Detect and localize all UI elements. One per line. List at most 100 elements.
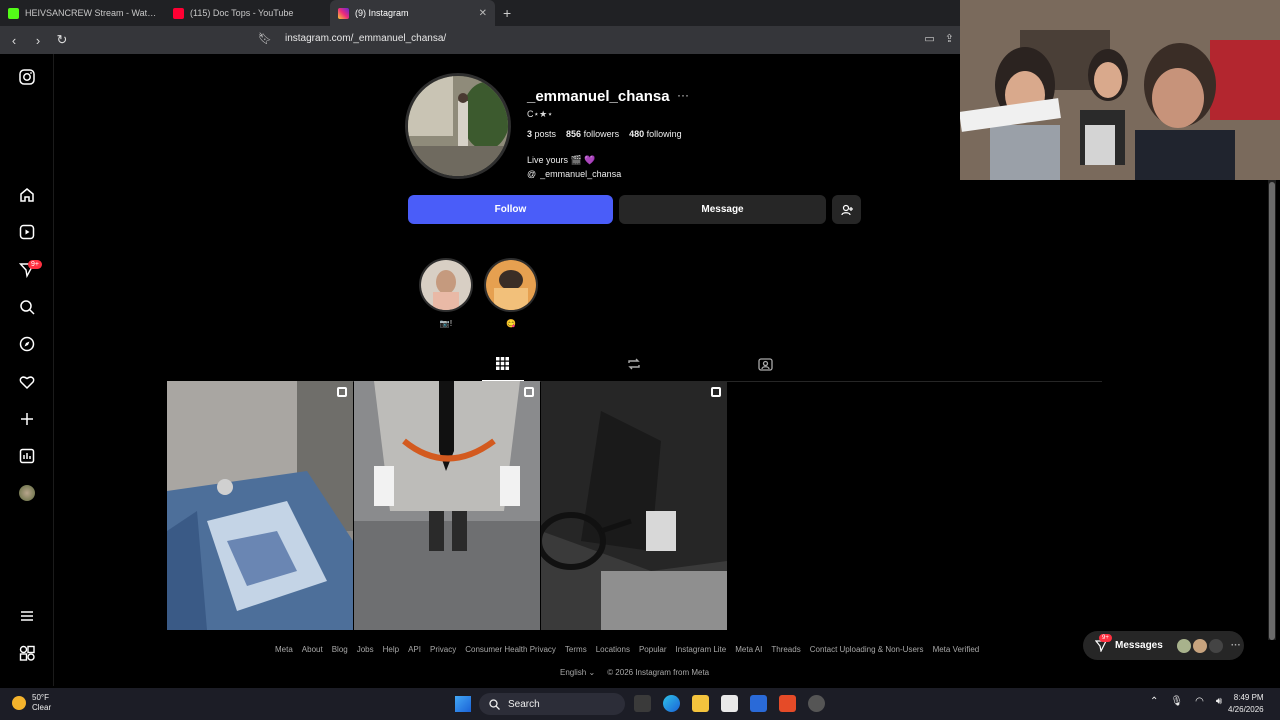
clock-time: 8:49 PM <box>1233 693 1264 702</box>
highlight-cover <box>486 260 536 310</box>
profile-options-icon[interactable]: ··· <box>677 88 689 102</box>
profile-avatar[interactable] <box>405 73 511 179</box>
explore-icon[interactable] <box>17 334 37 354</box>
messages-badge: 9+ <box>28 260 42 269</box>
post-image-jersey <box>354 381 540 630</box>
chevron-down-icon: ⌄ <box>588 668 596 677</box>
tab-title: (115) Doc Tops - YouTube <box>190 8 294 18</box>
footer-link[interactable]: Contact Uploading & Non-Users <box>810 645 924 654</box>
browser-tab[interactable]: HEIVSANCREW Stream - Watch l... <box>0 0 165 26</box>
search-icon[interactable] <box>17 297 37 317</box>
webcam-feed <box>960 0 1280 180</box>
followers-stat[interactable]: 856 followers <box>566 129 619 139</box>
instagram-icon[interactable] <box>17 67 37 87</box>
footer-link[interactable]: Instagram Lite <box>676 645 727 654</box>
wifi-icon[interactable]: ◠ <box>1195 696 1204 707</box>
language-label: English <box>560 668 587 677</box>
settings-icon[interactable] <box>808 695 825 712</box>
scrollbar-thumb[interactable] <box>1269 182 1275 640</box>
store-icon[interactable] <box>721 695 738 712</box>
reload-icon[interactable]: ↻ <box>52 32 72 48</box>
url-field[interactable]: instagram.com/_emmanuel_chansa/ <box>285 33 446 44</box>
footer-link[interactable]: Consumer Health Privacy <box>465 645 556 654</box>
forward-icon[interactable]: › <box>28 33 48 48</box>
edge-icon[interactable] <box>663 695 680 712</box>
followers-label: followers <box>583 129 620 139</box>
message-button[interactable]: Message <box>619 195 826 224</box>
footer-link[interactable]: Threads <box>771 645 800 654</box>
brave-icon[interactable] <box>779 695 796 712</box>
language-selector[interactable]: English ⌄ <box>560 668 595 677</box>
more-icon[interactable] <box>17 606 37 626</box>
also-from-meta-icon[interactable] <box>17 643 37 663</box>
profile-stats: 3 posts 856 followers 480 following <box>527 129 682 139</box>
browser-tab-active[interactable]: (9) Instagram ✕ <box>330 0 495 26</box>
bookmark-icon[interactable]: 🔖︎ <box>258 32 272 45</box>
story-highlight[interactable] <box>419 258 473 312</box>
more-icon: ··· <box>1230 640 1241 651</box>
reels-icon[interactable] <box>17 222 37 242</box>
posts-grid-icon[interactable] <box>496 357 509 373</box>
tab-title: (9) Instagram <box>355 8 409 18</box>
taskbar-search[interactable]: Search <box>479 693 625 715</box>
kick-favicon-icon <box>8 7 19 19</box>
taskbar-clock[interactable]: 8:49 PM 4/26/2026 <box>1228 692 1264 716</box>
browser-tab[interactable]: (115) Doc Tops - YouTube <box>165 0 330 26</box>
footer-link[interactable]: Help <box>383 645 399 654</box>
follow-button[interactable]: Follow <box>408 195 613 224</box>
footer-link[interactable]: Meta <box>275 645 293 654</box>
post-thumbnail[interactable] <box>541 381 727 630</box>
footer-link[interactable]: Terms <box>565 645 587 654</box>
outlook-icon[interactable] <box>750 695 767 712</box>
new-tab-button[interactable]: + <box>495 5 519 21</box>
weather-condition: Clear <box>32 703 52 712</box>
footer-link[interactable]: Meta AI <box>735 645 762 654</box>
home-icon[interactable] <box>17 185 37 205</box>
footer-link[interactable]: Blog <box>332 645 348 654</box>
task-view-icon[interactable] <box>634 695 651 712</box>
footer-link[interactable]: About <box>302 645 323 654</box>
story-highlight[interactable] <box>484 258 538 312</box>
footer-links: Meta About Blog Jobs Help API Privacy Co… <box>275 645 979 654</box>
notifications-icon[interactable] <box>17 372 37 392</box>
profile-icon[interactable] <box>17 483 37 503</box>
chevron-up-icon[interactable]: ⌃ <box>1150 696 1158 707</box>
post-thumbnail[interactable] <box>167 381 353 630</box>
messages-pill-badge: 9+ <box>1099 634 1112 642</box>
following-stat[interactable]: 480 following <box>629 129 682 139</box>
tagged-icon[interactable] <box>758 357 773 374</box>
file-explorer-icon[interactable] <box>692 695 709 712</box>
cast-icon[interactable]: ▭ <box>924 32 934 45</box>
post-thumbnail[interactable] <box>354 381 540 630</box>
avatar <box>1192 638 1207 653</box>
create-icon[interactable] <box>17 409 37 429</box>
highlight-label: 📷! <box>439 319 453 328</box>
footer-link[interactable]: Jobs <box>357 645 374 654</box>
suggested-users-button[interactable] <box>832 195 861 224</box>
clock-date: 4/26/2026 <box>1228 705 1264 714</box>
reposts-icon[interactable] <box>627 357 641 374</box>
threads-link[interactable]: @ _emmanuel_chansa <box>527 169 621 179</box>
carousel-icon <box>524 387 534 397</box>
windows-start-icon[interactable] <box>455 696 471 712</box>
following-label: following <box>646 129 682 139</box>
profile-bio: Live yours 🎬 💜 <box>527 155 596 165</box>
footer-link[interactable]: Popular <box>639 645 667 654</box>
back-icon[interactable]: ‹ <box>4 33 24 48</box>
footer-link[interactable]: Privacy <box>430 645 456 654</box>
footer-link[interactable]: Meta Verified <box>933 645 980 654</box>
footer-link[interactable]: API <box>408 645 421 654</box>
carousel-icon <box>337 387 347 397</box>
add-user-icon <box>840 204 853 215</box>
weather-widget[interactable]: 50°F Clear <box>12 693 51 713</box>
weather-temp: 50°F <box>32 693 49 702</box>
share-icon[interactable]: ⇪ <box>945 32 954 45</box>
avatar-photo <box>408 76 508 176</box>
close-tab-icon[interactable]: ✕ <box>479 8 487 19</box>
youtube-favicon-icon <box>173 7 184 19</box>
footer-link[interactable]: Locations <box>596 645 630 654</box>
instagram-favicon-icon <box>338 7 349 19</box>
dashboard-icon[interactable] <box>17 446 37 466</box>
volume-icon[interactable]: 🔊︎ <box>1216 696 1222 707</box>
microphone-icon[interactable]: 🎙︎ <box>1170 696 1183 707</box>
